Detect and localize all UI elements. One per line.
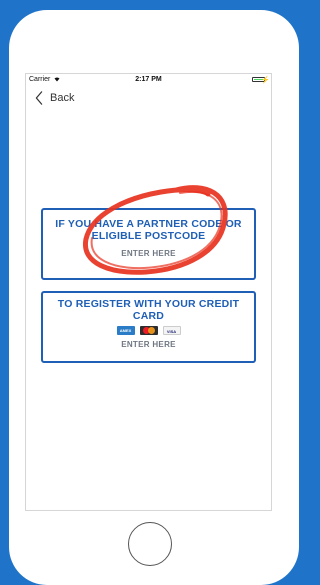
back-label: Back xyxy=(50,92,75,104)
app-screen: Carrier 2:17 PM ⚡ Back IF YOU HAVE A PAR… xyxy=(25,73,272,511)
partner-code-title: IF YOU HAVE A PARTNER CODE OR ELIGIBLE P… xyxy=(55,218,242,242)
amex-logo: AMEX xyxy=(116,326,135,335)
visa-logo: VISA xyxy=(162,326,181,335)
charging-icon: ⚡ xyxy=(261,77,270,84)
mastercard-logo xyxy=(139,326,158,335)
partner-code-card[interactable]: IF YOU HAVE A PARTNER CODE OR ELIGIBLE P… xyxy=(41,208,256,280)
credit-card-enter-here[interactable]: ENTER HERE xyxy=(43,340,254,349)
card-logos: AMEX VISA xyxy=(43,326,254,335)
home-button[interactable] xyxy=(128,522,172,566)
credit-card-card[interactable]: TO REGISTER WITH YOUR CREDIT CARD AMEX V… xyxy=(41,291,256,363)
credit-card-title: TO REGISTER WITH YOUR CREDIT CARD xyxy=(57,298,240,322)
back-button[interactable]: Back xyxy=(34,90,74,106)
chevron-left-icon xyxy=(35,91,43,105)
status-time: 2:17 PM xyxy=(135,76,162,83)
partner-code-enter-here[interactable]: ENTER HERE xyxy=(43,249,254,258)
status-bar: Carrier 2:17 PM ⚡ xyxy=(26,74,271,86)
